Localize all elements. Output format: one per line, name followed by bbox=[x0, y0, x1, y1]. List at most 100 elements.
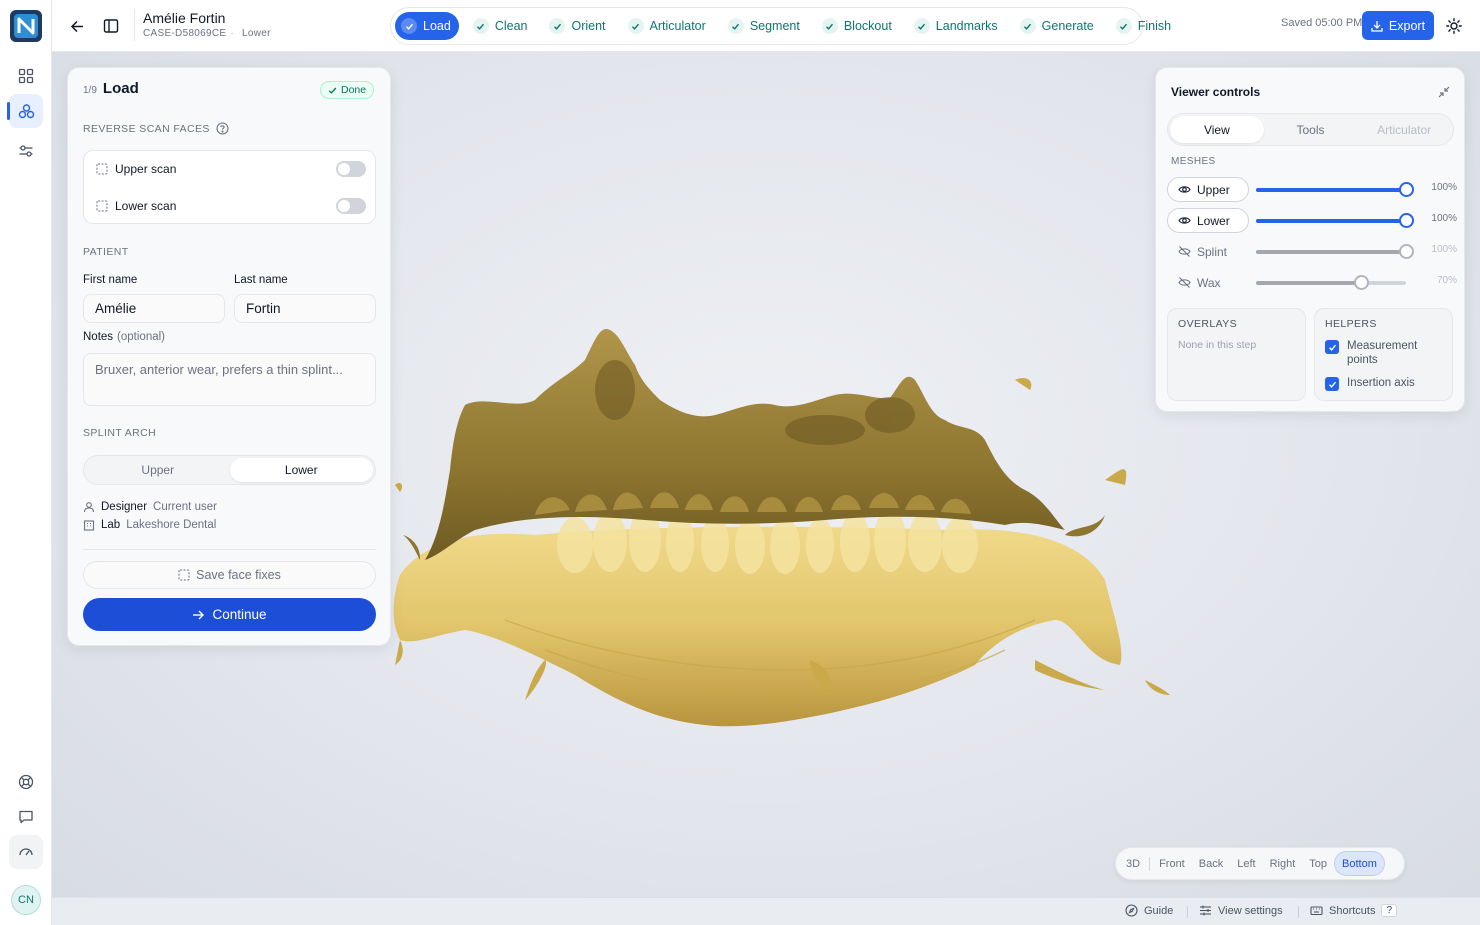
status-bar: Guide View settings Shortcuts ? bbox=[52, 897, 1480, 925]
first-name-input[interactable]: Amélie bbox=[83, 294, 225, 323]
lower-scan-label: Lower scan bbox=[115, 199, 177, 213]
view-left[interactable]: Left bbox=[1230, 851, 1262, 876]
splint-arch-selector: Upper Lower bbox=[83, 455, 376, 485]
dental-scan-mesh[interactable] bbox=[385, 320, 1185, 760]
step-blockout[interactable]: Blockout bbox=[816, 12, 900, 40]
opacity-slider-wax[interactable] bbox=[1256, 275, 1406, 290]
mesh-toggle-lower[interactable]: Lower bbox=[1167, 208, 1249, 233]
lower-scan-toggle[interactable] bbox=[336, 198, 366, 214]
theme-sun-icon[interactable] bbox=[1440, 12, 1468, 40]
check-icon bbox=[1115, 18, 1132, 34]
app-logo[interactable] bbox=[10, 10, 42, 42]
continue-button[interactable]: Continue bbox=[83, 598, 376, 631]
tab-view[interactable]: View bbox=[1170, 116, 1264, 143]
upper-scan-row[interactable]: Upper scan bbox=[96, 159, 366, 179]
upper-scan-toggle[interactable] bbox=[336, 161, 366, 177]
checkbox-checked[interactable] bbox=[1325, 377, 1339, 391]
lower-scan-row[interactable]: Lower scan bbox=[96, 196, 366, 216]
step-load[interactable]: Load bbox=[395, 12, 459, 40]
notes-textarea[interactable]: Bruxer, anterior wear, prefers a thin sp… bbox=[83, 353, 376, 406]
check-icon bbox=[627, 18, 644, 34]
help-lifebuoy-icon[interactable] bbox=[9, 765, 43, 799]
helper-insertion-axis[interactable]: Insertion axis bbox=[1325, 376, 1415, 391]
mesh-name: Splint bbox=[1197, 244, 1228, 259]
notes-optional: (optional) bbox=[117, 331, 165, 343]
slider-knob[interactable] bbox=[1399, 182, 1414, 197]
case-id: CASE-D58069CE bbox=[143, 28, 227, 39]
first-name-label: First name bbox=[83, 274, 138, 286]
mesh-toggle-splint[interactable]: Splint bbox=[1167, 239, 1249, 264]
last-name-label: Last name bbox=[234, 274, 288, 286]
step-orient[interactable]: Orient bbox=[543, 12, 613, 40]
saved-status: Saved 05:00 PM bbox=[1281, 17, 1363, 29]
designer-row: Designer Current user bbox=[83, 501, 217, 513]
shortcuts-label: Shortcuts bbox=[1329, 904, 1376, 917]
view-back[interactable]: Back bbox=[1192, 851, 1230, 876]
step-number: 1/9 bbox=[83, 85, 97, 96]
step-generate[interactable]: Generate bbox=[1014, 12, 1102, 40]
shortcuts-button[interactable]: Shortcuts ? bbox=[1310, 904, 1398, 917]
help-circle-icon[interactable] bbox=[216, 122, 229, 135]
tab-tools[interactable]: Tools bbox=[1264, 116, 1358, 143]
slider-knob[interactable] bbox=[1399, 244, 1414, 259]
check-icon bbox=[401, 18, 417, 34]
overlays-label: OVERLAYS bbox=[1178, 318, 1238, 330]
panel-title: Load bbox=[102, 80, 139, 97]
compass-icon bbox=[1125, 904, 1138, 917]
user-avatar[interactable]: CN bbox=[11, 885, 41, 915]
user-icon bbox=[83, 502, 95, 513]
settings-sliders-icon[interactable] bbox=[9, 134, 43, 168]
check-icon bbox=[913, 18, 930, 34]
step-segment[interactable]: Segment bbox=[722, 12, 808, 40]
slider-knob[interactable] bbox=[1354, 275, 1369, 290]
cases-icon[interactable] bbox=[7, 94, 43, 128]
mesh-toggle-wax[interactable]: Wax bbox=[1167, 270, 1249, 295]
step-label: Orient bbox=[571, 19, 606, 33]
collapse-icon[interactable] bbox=[1430, 78, 1458, 106]
slider-knob[interactable] bbox=[1399, 213, 1414, 228]
scan-face-icon bbox=[96, 163, 108, 175]
check-icon bbox=[549, 18, 566, 34]
step-label: Load bbox=[423, 19, 451, 33]
save-face-fixes-button[interactable]: Save face fixes bbox=[83, 561, 376, 589]
last-name-input[interactable]: Fortin bbox=[234, 294, 376, 323]
section-label-text: REVERSE SCAN FACES bbox=[83, 122, 210, 135]
divider bbox=[83, 549, 376, 550]
mesh-toggle-upper[interactable]: Upper bbox=[1167, 177, 1249, 202]
view-3d[interactable]: 3D bbox=[1119, 851, 1147, 876]
opacity-slider-lower[interactable] bbox=[1256, 213, 1414, 228]
scan-face-icon bbox=[178, 569, 190, 581]
dashboard-icon[interactable] bbox=[9, 59, 43, 93]
opacity-value: 100% bbox=[1431, 244, 1457, 255]
step-label: Blockout bbox=[843, 19, 892, 33]
guide-button[interactable]: Guide bbox=[1125, 904, 1173, 917]
checkbox-checked[interactable] bbox=[1325, 340, 1339, 354]
toggle-sidebar-icon[interactable] bbox=[97, 12, 125, 40]
export-button[interactable]: Export bbox=[1362, 11, 1434, 40]
feedback-chat-icon[interactable] bbox=[9, 800, 43, 834]
view-top[interactable]: Top bbox=[1302, 851, 1334, 876]
view-settings-button[interactable]: View settings bbox=[1199, 904, 1283, 917]
opacity-slider-upper[interactable] bbox=[1256, 182, 1414, 197]
overlays-card: OVERLAYS None in this step bbox=[1167, 308, 1306, 401]
view-right[interactable]: Right bbox=[1263, 851, 1303, 876]
helpers-card: HELPERS Measurement points Insertion axi… bbox=[1314, 308, 1453, 401]
view-bottom[interactable]: Bottom bbox=[1334, 851, 1385, 876]
performance-gauge-icon[interactable] bbox=[9, 835, 43, 869]
opacity-slider-splint[interactable] bbox=[1256, 244, 1414, 259]
lab-label: Lab bbox=[101, 519, 121, 531]
back-arrow-icon[interactable] bbox=[63, 12, 91, 40]
view-front[interactable]: Front bbox=[1152, 851, 1192, 876]
arch-option-upper[interactable]: Upper bbox=[86, 458, 230, 482]
viewer-tabs: View Tools Articulator bbox=[1167, 113, 1454, 146]
helper-measurement-points[interactable]: Measurement points bbox=[1325, 339, 1445, 367]
keyboard-icon bbox=[1310, 906, 1323, 916]
designer-label: Designer bbox=[101, 501, 148, 513]
step-finish[interactable]: Finish bbox=[1110, 12, 1179, 40]
arch-option-lower[interactable]: Lower bbox=[229, 458, 373, 482]
step-landmarks[interactable]: Landmarks bbox=[908, 12, 1006, 40]
step-clean[interactable]: Clean bbox=[467, 12, 536, 40]
step-articulator[interactable]: Articulator bbox=[622, 12, 714, 40]
tab-articulator[interactable]: Articulator bbox=[1357, 116, 1451, 143]
mesh-row-upper: Upper 100% bbox=[1167, 177, 1457, 203]
